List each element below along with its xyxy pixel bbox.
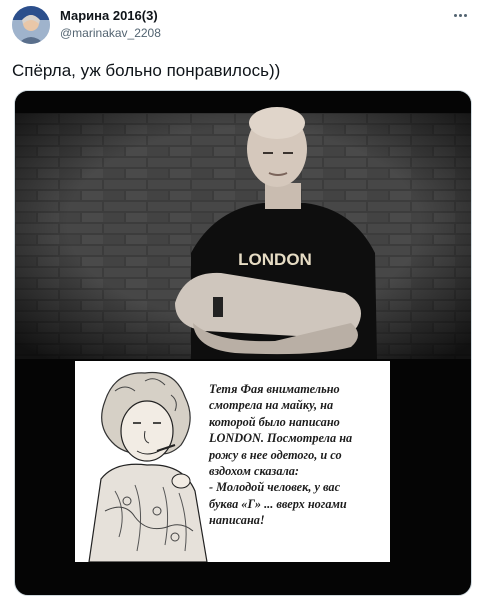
caricature-woman-drawing: [75, 361, 223, 562]
shirt-text: LONDON: [238, 250, 312, 269]
author-handle[interactable]: @marinakav_2208: [60, 25, 161, 41]
more-options-icon[interactable]: [449, 6, 471, 24]
author-avatar[interactable]: [12, 6, 50, 44]
man-in-london-tshirt-photo: LONDON: [15, 91, 471, 359]
joke-card: Тетя Фая внимательно смотрела на майку, …: [75, 361, 390, 562]
tweet-text: Спёрла, уж больно понравилось)): [12, 61, 281, 80]
tweet-media[interactable]: LONDON Тетя Фая внимательно смотрела на …: [14, 90, 472, 596]
author-display-name[interactable]: Марина 2016(3): [60, 8, 161, 24]
joke-text: Тетя Фая внимательно смотрела на майку, …: [209, 382, 353, 528]
profile-avatar-icon: [12, 6, 50, 44]
tweet-header: Марина 2016(3) @marinakav_2208: [12, 6, 475, 46]
author-info: Марина 2016(3) @marinakav_2208: [60, 8, 161, 41]
